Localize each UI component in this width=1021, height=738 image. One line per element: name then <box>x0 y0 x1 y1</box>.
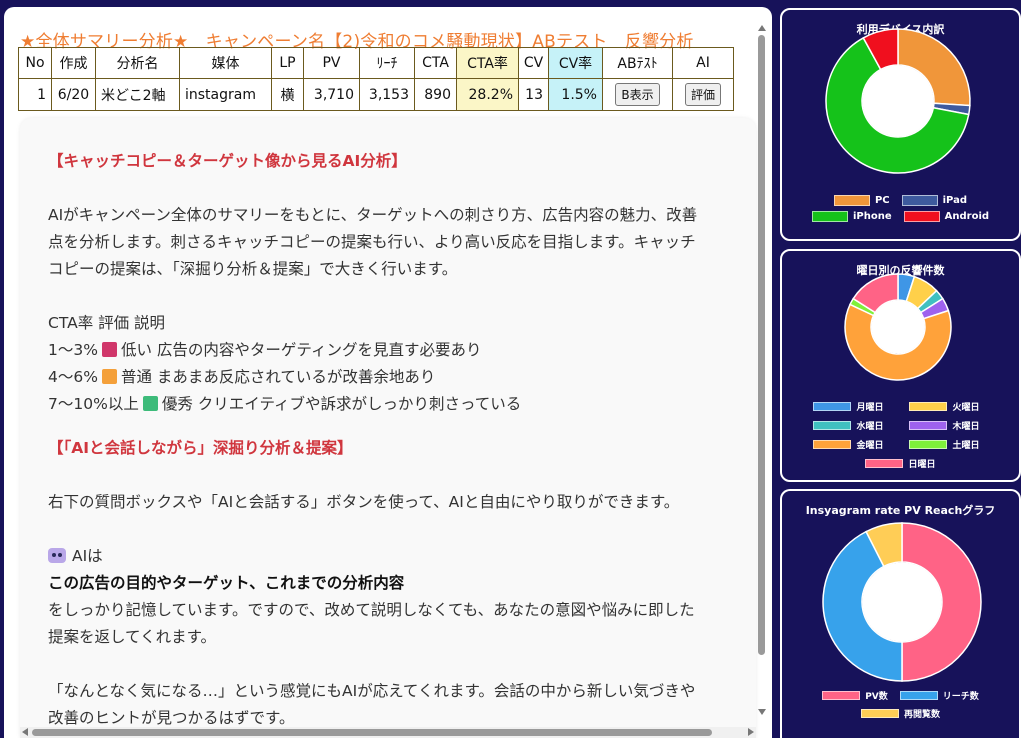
ai-analysis-box[interactable]: 【キャッチコピー＆ターゲット像から見るAI分析】 AIがキャンペーン全体のサマリ… <box>20 118 756 738</box>
cell-cv-rate: 1.5% <box>548 78 603 111</box>
col-header: 媒体 <box>179 47 272 79</box>
scroll-down-icon[interactable] <box>758 709 766 715</box>
scroll-thumb[interactable] <box>32 729 712 736</box>
green-square-icon <box>142 396 158 411</box>
donut-hole <box>862 65 934 137</box>
cell-ab: B表示 <box>602 78 673 111</box>
cta-table-header: CTA率 評価 説明 <box>48 314 166 332</box>
ai-paragraph: 「なんとなく気になる…」という感覚にもAIが応えてくれます。会話の中から新しい気… <box>48 682 696 700</box>
col-header: CV率 <box>548 47 603 79</box>
cell-date: 6/20 <box>51 78 96 111</box>
col-header: No <box>18 47 52 79</box>
legend-item: PC <box>833 195 890 206</box>
col-header: AI <box>672 47 734 79</box>
ai-paragraph: をしっかり記憶しています。ですので、改めて説明しなくても、あなたの意図や悩みに即… <box>48 601 695 619</box>
col-header: CV <box>518 47 549 79</box>
cell-no: 1 <box>18 78 52 111</box>
legend-item: PV数 <box>822 689 888 702</box>
ai-paragraph: 点を分析します。刺さるキャッチコピーの提案も行い、より高い反応を目指します。キャ… <box>48 233 696 251</box>
legend-item: iPhone <box>811 211 892 222</box>
cell-cv: 13 <box>518 78 549 111</box>
ai-bold-line: この広告の目的やターゲット、これまでの分析内容 <box>48 574 405 592</box>
ai-paragraph: 右下の質問ボックスや「AIと会話する」ボタンを使って、AIと自由にやり取りができ… <box>48 493 680 511</box>
col-header: LP <box>271 47 304 79</box>
ai-heading-deepdive: 【「AIと会話しながら」深掘り分析＆提案】 <box>48 439 353 457</box>
cta-row-high: 7〜10%以上 優秀 クリエイティブや訴求がしっかり刺さっている <box>48 395 522 413</box>
col-header: CTA率 <box>456 47 519 79</box>
table-row: 1 6/20 米どこ2軸 instagram 横 3,710 3,153 890… <box>18 78 734 111</box>
ai-heading-catchcopy: 【キャッチコピー＆ターゲット像から見るAI分析】 <box>48 152 407 170</box>
scroll-thumb[interactable] <box>758 35 765 655</box>
legend-item: Android <box>903 211 989 222</box>
col-header: 分析名 <box>95 47 180 79</box>
ai-paragraph: AIがキャンペーン全体のサマリーをもとに、ターゲットへの刺さり方、広告内容の魅力… <box>48 206 698 224</box>
ai-paragraph: 提案を返してくれます。 <box>48 628 217 646</box>
legend-item: 水曜日 <box>812 419 903 432</box>
chart-legend: PC iPad iPhone Android <box>782 195 1019 227</box>
cta-row-mid: 4〜6% 普通 まあまあ反応されているが改善余地あり <box>48 368 436 386</box>
cell-cta-rate: 28.2% <box>456 78 519 111</box>
legend-item: 土曜日 <box>908 438 989 451</box>
col-header: CTA <box>414 47 457 79</box>
legend-item: 再閲覧数 <box>860 707 940 720</box>
vertical-scrollbar[interactable] <box>756 25 768 715</box>
ai-evaluate-button[interactable]: 評価 <box>684 83 721 106</box>
summary-table: No 作成 分析名 媒体 LP PV ﾘｰﾁ CTA CTA率 CV CV率 A… <box>18 47 734 111</box>
legend-item: 日曜日 <box>865 457 936 470</box>
weekday-chart-card: 曜日別の反響件数 月曜日 火曜日 水曜日 木曜日 金曜日 土曜日 日曜日 <box>780 249 1021 482</box>
cell-cta: 890 <box>414 78 457 111</box>
instagram-chart-card: Insyagram rate PV Reachグラフ PV数 リーチ数 再閲覧数 <box>780 489 1021 738</box>
cell-reach: 3,153 <box>359 78 415 111</box>
donut-hole <box>862 562 942 642</box>
legend-item: 火曜日 <box>908 400 989 413</box>
ab-show-button[interactable]: B表示 <box>615 83 660 106</box>
chart-legend: 月曜日 火曜日 水曜日 木曜日 金曜日 土曜日 日曜日 <box>782 400 1019 475</box>
col-header: 作成 <box>51 47 96 79</box>
scroll-right-icon[interactable] <box>748 728 754 736</box>
cell-media: instagram <box>179 78 272 111</box>
cell-ai: 評価 <box>672 78 734 111</box>
ai-paragraph: コピーの提案は、「深掘り分析＆提案」で大きく行います。 <box>48 260 458 278</box>
horizontal-scrollbar[interactable] <box>20 727 756 738</box>
scroll-left-icon[interactable] <box>22 728 28 736</box>
legend-item: 木曜日 <box>908 419 989 432</box>
legend-item: 月曜日 <box>812 400 903 413</box>
col-header: ﾘｰﾁ <box>359 47 415 79</box>
cell-pv: 3,710 <box>303 78 360 111</box>
cell-lp: 横 <box>271 78 304 111</box>
cell-name: 米どこ2軸 <box>95 78 180 111</box>
chart-legend: PV数 リーチ数 再閲覧数 <box>782 689 1019 725</box>
cta-row-low: 1〜3% 低い 広告の内容やターゲティングを見直す必要あり <box>48 341 482 359</box>
col-header: ABﾃｽﾄ <box>602 47 673 79</box>
table-header-row: No 作成 分析名 媒体 LP PV ﾘｰﾁ CTA CTA率 CV CV率 A… <box>18 47 734 79</box>
donut-hole <box>871 300 925 354</box>
legend-item: 金曜日 <box>812 438 903 451</box>
ai-analysis-content: 【キャッチコピー＆ターゲット像から見るAI分析】 AIがキャンペーン全体のサマリ… <box>48 148 756 732</box>
scroll-up-icon[interactable] <box>758 25 766 31</box>
robot-icon <box>48 548 66 563</box>
legend-item: リーチ数 <box>899 689 979 702</box>
ai-label-line: AIは <box>48 543 756 570</box>
col-header: PV <box>303 47 360 79</box>
device-chart-card: 利用デバイス内訳 PC iPad iPhone Android <box>780 8 1021 241</box>
red-square-icon <box>101 342 117 357</box>
orange-square-icon <box>101 369 117 384</box>
legend-item: iPad <box>901 195 967 206</box>
